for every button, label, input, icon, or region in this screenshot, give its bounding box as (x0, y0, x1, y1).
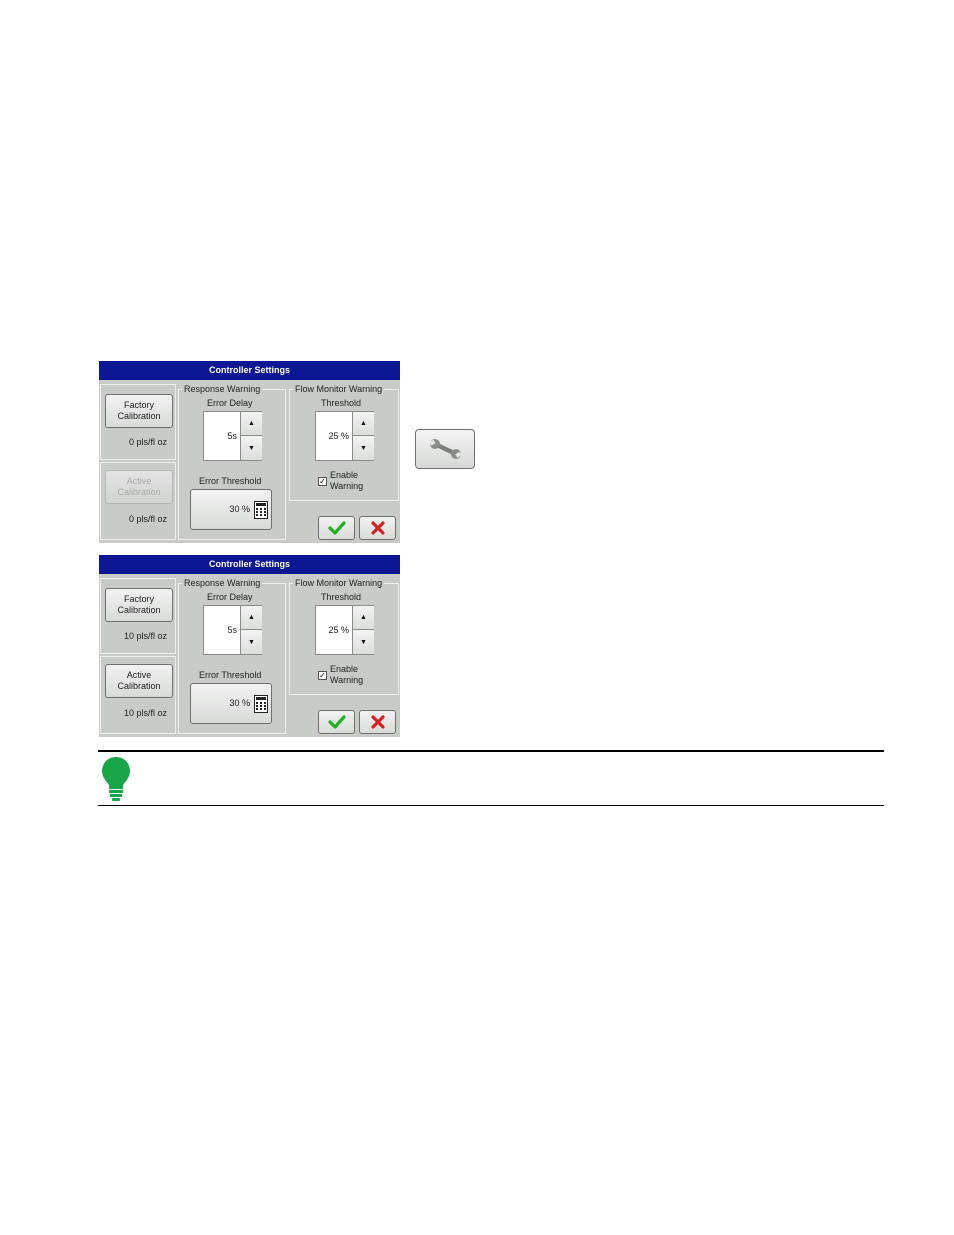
threshold-up-button[interactable]: ▲ (353, 606, 374, 630)
calculator-icon (254, 501, 268, 519)
flow-monitor-warning-panel: Flow Monitor Warning Threshold 25 % ▲ ▼ … (289, 384, 399, 501)
error-threshold-label: Error Threshold (199, 476, 262, 486)
error-delay-stepper[interactable]: 5s ▲ ▼ (203, 605, 262, 655)
response-warning-legend: Response Warning (182, 578, 263, 589)
error-threshold-button[interactable]: 30 % (190, 683, 272, 724)
error-delay-value: 5s (227, 625, 237, 635)
controller-settings-dialog-2: Controller Settings Factory Calibration … (99, 555, 400, 737)
controller-settings-dialog-1: Controller Settings Factory Calibration … (99, 361, 400, 543)
error-threshold-value: 30 % (229, 504, 250, 514)
error-delay-down-button[interactable]: ▼ (241, 630, 262, 654)
threshold-label: Threshold (321, 398, 362, 408)
error-delay-down-button[interactable]: ▼ (241, 436, 262, 460)
cancel-button[interactable] (359, 516, 396, 540)
threshold-value: 25 % (328, 431, 349, 441)
x-icon (370, 715, 385, 729)
enable-warning-label: Enable Warning (330, 664, 364, 685)
note-top-rule (98, 750, 884, 752)
calculator-icon (254, 695, 268, 713)
error-threshold-button[interactable]: 30 % (190, 489, 272, 530)
threshold-down-button[interactable]: ▼ (353, 630, 374, 654)
enable-warning-label: Enable Warning (330, 470, 364, 491)
threshold-stepper[interactable]: 25 % ▲ ▼ (315, 605, 374, 655)
threshold-stepper[interactable]: 25 % ▲ ▼ (315, 411, 374, 461)
error-delay-value: 5s (227, 431, 237, 441)
factory-calibration-panel: Factory Calibration 0 pls/fl oz (100, 384, 176, 460)
dialog-title: Controller Settings (99, 361, 400, 380)
tool-settings-button[interactable] (415, 429, 475, 469)
cancel-button[interactable] (359, 710, 396, 734)
enable-warning-checkbox[interactable]: ✓ (318, 671, 327, 680)
checkmark-icon (327, 715, 346, 729)
error-delay-label: Error Delay (207, 592, 253, 602)
error-delay-up-button[interactable]: ▲ (241, 606, 262, 630)
error-threshold-label: Error Threshold (199, 670, 262, 680)
accept-button[interactable] (318, 710, 355, 734)
factory-calibration-value: 10 pls/fl oz (124, 631, 168, 641)
threshold-down-button[interactable]: ▼ (353, 436, 374, 460)
error-delay-label: Error Delay (207, 398, 253, 408)
error-delay-stepper[interactable]: 5s ▲ ▼ (203, 411, 262, 461)
error-threshold-value: 30 % (229, 698, 250, 708)
x-icon (370, 521, 385, 535)
checkmark-icon (327, 521, 346, 535)
error-delay-up-button[interactable]: ▲ (241, 412, 262, 436)
threshold-value: 25 % (328, 625, 349, 635)
dialog-title: Controller Settings (99, 555, 400, 574)
threshold-up-button[interactable]: ▲ (353, 412, 374, 436)
active-calibration-value: 0 pls/fl oz (129, 514, 168, 524)
enable-warning-checkbox[interactable]: ✓ (318, 477, 327, 486)
active-calibration-button[interactable]: Active Calibration (105, 664, 173, 698)
factory-calibration-panel: Factory Calibration 10 pls/fl oz (100, 578, 176, 654)
note-bottom-rule (98, 805, 884, 806)
flow-monitor-warning-legend: Flow Monitor Warning (293, 578, 385, 589)
threshold-label: Threshold (321, 592, 362, 602)
flow-monitor-warning-panel: Flow Monitor Warning Threshold 25 % ▲ ▼ … (289, 578, 399, 695)
factory-calibration-button[interactable]: Factory Calibration (105, 588, 173, 622)
active-calibration-panel: Active Calibration 0 pls/fl oz (100, 462, 176, 540)
lightbulb-icon (102, 757, 130, 801)
response-warning-legend: Response Warning (182, 384, 263, 395)
active-calibration-value: 10 pls/fl oz (124, 708, 168, 718)
flow-monitor-warning-legend: Flow Monitor Warning (293, 384, 385, 395)
wrench-icon (429, 439, 462, 459)
accept-button[interactable] (318, 516, 355, 540)
factory-calibration-value: 0 pls/fl oz (129, 437, 168, 447)
active-calibration-button[interactable]: Active Calibration (105, 470, 173, 504)
factory-calibration-button[interactable]: Factory Calibration (105, 394, 173, 428)
active-calibration-panel: Active Calibration 10 pls/fl oz (100, 656, 176, 734)
